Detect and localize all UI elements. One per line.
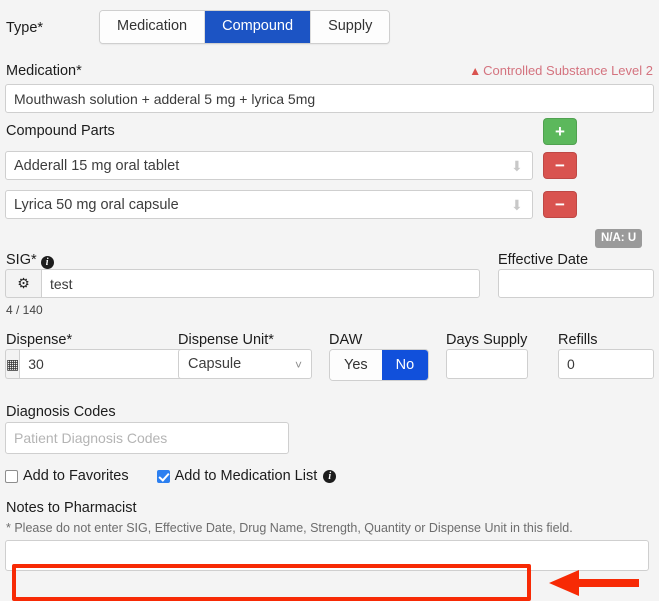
add-to-medication-list-label: Add to Medication List <box>174 468 318 484</box>
notes-to-pharmacist-label: Notes to Pharmacist <box>6 500 137 516</box>
sig-label-text: SIG* <box>6 252 37 268</box>
daw-yes-button[interactable]: Yes <box>330 350 382 380</box>
effective-date-input[interactable] <box>498 269 654 298</box>
compound-part-select-1[interactable]: Adderall 15 mg oral tablet ⬇ <box>5 151 533 180</box>
add-to-medication-list-checkbox[interactable]: Add to Medication List i <box>156 468 337 484</box>
tab-supply[interactable]: Supply <box>311 11 390 43</box>
refills-label: Refills <box>558 332 598 348</box>
notes-hint-text: * Please do not enter SIG, Effective Dat… <box>6 521 573 535</box>
tab-medication[interactable]: Medication <box>100 11 206 43</box>
compound-part-value-2: Lyrica 50 mg oral capsule <box>14 197 179 213</box>
dropdown-arrow-icon: ⬇ <box>511 197 523 213</box>
type-label: Type* <box>6 20 44 36</box>
chevron-down-icon: ˅ <box>294 358 302 372</box>
add-to-favorites-label: Add to Favorites <box>23 468 129 484</box>
options-row: Add to Favorites Add to Medication List … <box>5 468 337 484</box>
controlled-substance-text: Controlled Substance Level 2 <box>483 63 653 78</box>
info-icon[interactable]: i <box>323 469 337 483</box>
prescription-form: Type* Medication Compound Supply Medicat… <box>0 0 659 601</box>
refills-input[interactable] <box>558 349 654 379</box>
daw-toggle-group[interactable]: Yes No <box>329 349 430 381</box>
effective-date-label: Effective Date <box>498 252 589 268</box>
diagnosis-codes-input[interactable] <box>5 422 289 454</box>
dispense-label: Dispense* <box>6 332 73 348</box>
add-to-favorites-checkbox[interactable]: Add to Favorites <box>5 468 129 484</box>
gear-icon[interactable]: ⚙ <box>5 269 41 298</box>
dispense-unit-value: Capsule <box>188 356 242 372</box>
tab-compound[interactable]: Compound <box>205 11 312 43</box>
dropdown-arrow-icon: ⬇ <box>511 158 523 174</box>
remove-compound-part-button-2[interactable]: − <box>543 191 577 218</box>
calculator-icon[interactable]: ▦ <box>5 349 20 379</box>
compound-part-value-1: Adderall 15 mg oral tablet <box>14 158 180 174</box>
daw-label: DAW <box>329 332 363 348</box>
days-supply-input[interactable] <box>446 349 528 379</box>
dispense-unit-label: Dispense Unit* <box>178 332 274 348</box>
days-supply-label: Days Supply <box>446 332 528 348</box>
diagnosis-codes-label: Diagnosis Codes <box>6 404 116 420</box>
medication-input[interactable] <box>5 84 654 113</box>
sig-character-counter: 4 / 140 <box>6 303 43 317</box>
controlled-substance-warning: ▲ Controlled Substance Level 2 <box>469 63 653 79</box>
compound-part-select-2[interactable]: Lyrica 50 mg oral capsule ⬇ <box>5 190 533 219</box>
medication-label: Medication* <box>6 63 82 79</box>
dispense-unit-select[interactable]: Capsule ˅ <box>178 349 312 379</box>
pointer-arrow <box>549 570 639 596</box>
compound-parts-label: Compound Parts <box>6 123 115 139</box>
daw-no-button[interactable]: No <box>381 350 429 380</box>
sig-input[interactable] <box>41 269 480 298</box>
warning-triangle-icon: ▲ <box>469 64 482 78</box>
remove-compound-part-button-1[interactable]: − <box>543 152 577 179</box>
add-compound-part-button[interactable]: + <box>543 118 577 145</box>
type-tab-group[interactable]: Medication Compound Supply <box>99 10 391 44</box>
na-badge: N/A: U <box>595 229 643 248</box>
notes-to-pharmacist-input[interactable] <box>5 540 649 571</box>
sig-input-group: ⚙ <box>5 269 480 298</box>
checkbox-box <box>5 469 18 483</box>
info-icon[interactable]: i <box>40 256 54 269</box>
checkbox-box-checked <box>156 469 170 483</box>
dispense-input-group: ▦ <box>5 349 219 379</box>
sig-label: SIG* i <box>6 251 54 269</box>
